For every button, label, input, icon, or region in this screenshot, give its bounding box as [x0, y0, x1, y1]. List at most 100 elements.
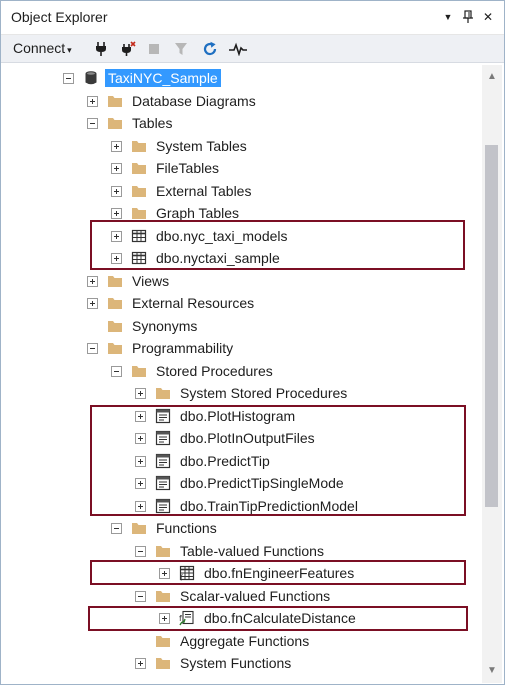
collapse-toggle[interactable]: [135, 545, 146, 557]
tree-node-stored-procedure[interactable]: dbo.PredictTipSingleMode: [135, 472, 347, 494]
tree-node-system-functions[interactable]: System Functions: [135, 652, 294, 674]
expand-toggle[interactable]: [111, 185, 122, 197]
toolbar: Connect ▾: [1, 35, 504, 63]
collapse-toggle[interactable]: [111, 365, 122, 377]
tree-node-functions[interactable]: Functions: [111, 517, 220, 539]
chevron-down-icon: ▾: [67, 45, 72, 55]
tree-node-scalar-valued-functions[interactable]: Scalar-valued Functions: [135, 585, 333, 607]
expand-toggle[interactable]: [159, 567, 170, 579]
scroll-down-arrow-icon[interactable]: ▼: [482, 661, 502, 679]
tree-node-stored-procedure[interactable]: dbo.PlotInOutputFiles: [135, 427, 318, 449]
tree-node-database[interactable]: TaxiNYC_Sample: [63, 67, 221, 89]
tree-node-label: Stored Procedures: [156, 363, 273, 379]
svg-text:f: f: [180, 574, 183, 582]
window-title: Object Explorer: [11, 9, 108, 25]
connect-plug-icon[interactable]: [91, 39, 111, 59]
expand-toggle[interactable]: [135, 432, 146, 444]
tree-node-stored-procedure[interactable]: dbo.PlotHistogram: [135, 405, 298, 427]
connect-button[interactable]: Connect ▾: [13, 40, 72, 56]
tree-node-label: Graph Tables: [156, 205, 240, 221]
tree-node-file-tables[interactable]: FileTables: [111, 157, 222, 179]
expand-toggle[interactable]: [135, 387, 146, 399]
tree-node-table[interactable]: dbo.nyc_taxi_models: [111, 225, 291, 247]
tree-node-label: Database Diagrams: [132, 93, 256, 109]
scroll-up-arrow-icon[interactable]: ▲: [482, 67, 502, 85]
scalar-function-icon: f: [179, 610, 194, 626]
expand-toggle[interactable]: [135, 455, 146, 467]
expand-toggle[interactable]: [87, 95, 98, 107]
collapse-toggle[interactable]: [111, 522, 122, 534]
collapse-toggle[interactable]: [63, 72, 74, 84]
tree-node-label: Functions: [156, 520, 217, 536]
collapse-toggle[interactable]: [87, 342, 98, 354]
window-position-dropdown-icon[interactable]: ▼: [439, 8, 457, 26]
tree-node-label: System Tables: [156, 138, 247, 154]
tree-node-function[interactable]: f dbo.fnEngineerFeatures: [159, 562, 357, 584]
activity-monitor-icon[interactable]: [228, 39, 248, 59]
folder-icon: [156, 388, 170, 399]
table-valued-function-icon: f: [179, 565, 195, 581]
object-explorer-tree: TaxiNYC_Sample Database Diagrams Tables …: [1, 65, 481, 685]
tree-node-database-diagrams[interactable]: Database Diagrams: [87, 90, 259, 112]
tree-node-label: Tables: [132, 115, 173, 131]
tree-node-table-valued-functions[interactable]: Table-valued Functions: [135, 540, 327, 562]
tree-node-label: Aggregate Functions: [180, 633, 310, 649]
expand-toggle[interactable]: [111, 140, 122, 152]
disconnect-plug-icon[interactable]: [118, 39, 138, 59]
collapse-toggle[interactable]: [87, 117, 98, 129]
collapse-toggle[interactable]: [135, 590, 146, 602]
folder-icon: [132, 208, 146, 219]
expand-toggle[interactable]: [111, 207, 122, 219]
tree-node-label: Scalar-valued Functions: [180, 588, 331, 604]
database-icon: [85, 71, 97, 85]
close-icon[interactable]: ✕: [479, 8, 497, 26]
tree-node-label: dbo.PredictTipSingleMode: [180, 475, 344, 491]
tree-node-stored-procedure[interactable]: dbo.TrainTipPredictionModel: [135, 495, 361, 517]
auto-hide-pin-icon[interactable]: [459, 8, 477, 26]
tree-node-label: dbo.fnCalculateDistance: [204, 610, 356, 626]
expand-toggle[interactable]: [159, 612, 170, 624]
scrollbar-thumb[interactable]: [485, 145, 498, 507]
tree-node-tables[interactable]: Tables: [87, 112, 175, 134]
tree-node-function[interactable]: f dbo.fnCalculateDistance: [159, 607, 359, 629]
expand-toggle[interactable]: [135, 657, 146, 669]
tree-node-aggregate-functions[interactable]: Aggregate Functions: [135, 630, 312, 652]
tree-node-stored-procedures[interactable]: Stored Procedures: [111, 360, 276, 382]
tree-node-synonyms[interactable]: Synonyms: [87, 315, 200, 337]
tree-node-system-tables[interactable]: System Tables: [111, 135, 250, 157]
folder-icon: [132, 366, 146, 377]
tree-node-stored-procedure[interactable]: dbo.PredictTip: [135, 450, 273, 472]
tree-node-label: External Resources: [132, 295, 255, 311]
tree-node-label: TaxiNYC_Sample: [105, 69, 221, 87]
expand-toggle[interactable]: [111, 162, 122, 174]
refresh-icon[interactable]: [200, 39, 220, 59]
tree-node-external-tables[interactable]: External Tables: [111, 180, 254, 202]
folder-icon: [132, 141, 146, 152]
expand-toggle[interactable]: [135, 477, 146, 489]
tree-node-graph-tables[interactable]: Graph Tables: [111, 202, 242, 224]
expand-toggle[interactable]: [111, 230, 122, 242]
stored-procedure-icon: [155, 430, 171, 446]
stop-icon[interactable]: [144, 39, 164, 59]
tree-node-label: dbo.nyc_taxi_models: [156, 228, 288, 244]
filter-icon[interactable]: [171, 39, 191, 59]
expand-toggle[interactable]: [87, 275, 98, 287]
stored-procedure-icon: [155, 408, 171, 424]
vertical-scrollbar[interactable]: ▲ ▼: [482, 65, 502, 683]
tree-node-programmability[interactable]: Programmability: [87, 337, 236, 359]
stored-procedure-icon: [155, 453, 171, 469]
svg-text:f: f: [179, 614, 182, 623]
tree-node-label: System Functions: [180, 655, 292, 671]
tree-node-external-resources[interactable]: External Resources: [87, 292, 257, 314]
expand-toggle[interactable]: [87, 297, 98, 309]
tree-node-system-stored-procedures[interactable]: System Stored Procedures: [135, 382, 350, 404]
tree-node-views[interactable]: Views: [87, 270, 172, 292]
tree-node-table[interactable]: dbo.nyctaxi_sample: [111, 247, 283, 269]
folder-icon: [156, 658, 170, 669]
stored-procedure-icon: [155, 498, 171, 514]
expand-toggle[interactable]: [135, 410, 146, 422]
expand-toggle[interactable]: [135, 500, 146, 512]
folder-icon: [132, 163, 146, 174]
object-explorer-window: Object Explorer ▼ ✕ Connect ▾ TaxiNYC_Sa…: [0, 0, 505, 685]
expand-toggle[interactable]: [111, 252, 122, 264]
